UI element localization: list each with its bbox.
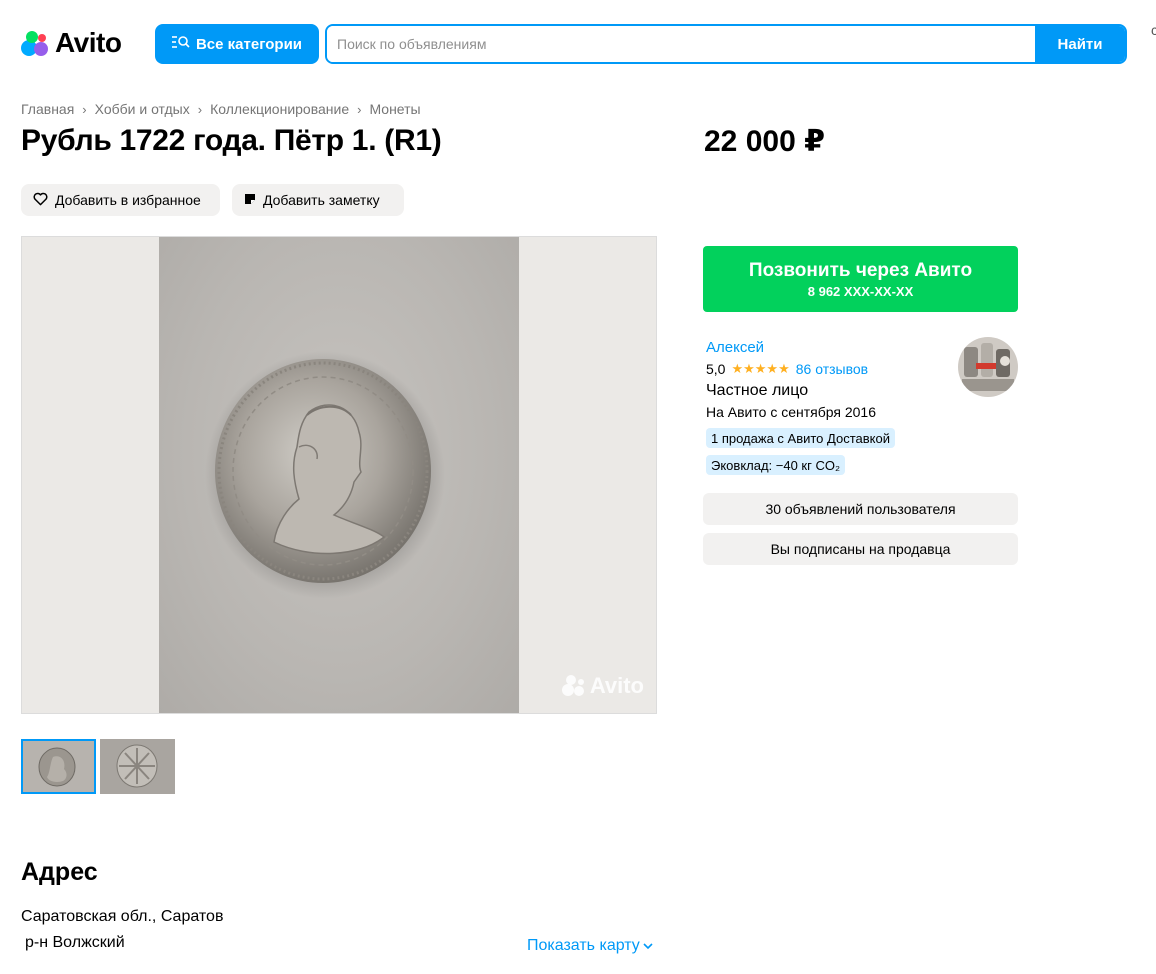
seller-type: Частное лицо <box>706 382 809 399</box>
phone-number: 8 962 XXX-XX-XX <box>807 283 914 299</box>
coin-portrait-thumb-icon <box>23 741 94 792</box>
chevron-down-icon <box>643 943 653 950</box>
avito-logo[interactable]: Avito <box>21 26 122 60</box>
rating-stars-icon: ★★★★★ <box>731 361 790 376</box>
search-button[interactable]: Найти <box>1035 26 1125 62</box>
delivery-badge[interactable]: 1 продажа с Авито Доставкой <box>706 428 895 448</box>
add-to-favorites-button[interactable]: Добавить в избранное <box>21 184 220 216</box>
thumbnail-1[interactable] <box>21 739 96 794</box>
gallery-blur-left <box>22 237 159 713</box>
rating-value: 5,0 <box>706 361 726 377</box>
avito-watermark-icon <box>561 675 584 696</box>
breadcrumb-home[interactable]: Главная <box>21 101 74 117</box>
chevron-right-icon: › <box>82 101 87 117</box>
avito-logo-icon <box>21 28 51 58</box>
eco-badge[interactable]: Эковклад: −40 кг CO₂ <box>706 455 846 475</box>
logo-text: Avito <box>55 27 122 58</box>
add-note-label: Добавить заметку <box>263 192 380 208</box>
seller-avatar-image <box>958 337 1018 397</box>
breadcrumb-hobby[interactable]: Хобби и отдых <box>95 101 190 117</box>
photo-gallery[interactable]: Avito <box>21 236 657 714</box>
seller-name-link[interactable]: Алексей <box>706 339 764 356</box>
show-map-link[interactable]: Показать карту <box>527 937 653 955</box>
call-button-label: Позвонить через Авито <box>748 259 973 281</box>
listing-price: 22 000 ₽ <box>704 125 825 158</box>
address-heading: Адрес <box>21 858 98 886</box>
seller-rating: 5,0 ★★★★★ 86 отзывов <box>706 361 868 377</box>
add-note-button[interactable]: Добавить заметку <box>232 184 404 216</box>
seller-avatar[interactable] <box>958 337 1018 397</box>
all-categories-label: Все категории <box>195 35 303 53</box>
subscribed-button[interactable]: Вы подписаны на продавца <box>703 533 1018 565</box>
breadcrumb: Главная › Хобби и отдых › Коллекциониров… <box>21 101 421 117</box>
reviews-link[interactable]: 86 отзывов <box>796 361 868 377</box>
categories-search-icon <box>171 35 190 53</box>
breadcrumb-coins[interactable]: Монеты <box>369 101 420 117</box>
search-bar: Найти <box>325 24 1127 64</box>
breadcrumb-collecting[interactable]: Коллекционирование <box>210 101 349 117</box>
heart-icon <box>33 192 48 209</box>
all-categories-button[interactable]: Все категории <box>155 24 319 64</box>
seller-since: На Авито с сентября 2016 <box>706 404 876 420</box>
call-via-avito-button[interactable]: Позвонить через Авито 8 962 XXX-XX-XX <box>703 246 1018 312</box>
chevron-right-icon: › <box>197 101 203 117</box>
seller-listings-button[interactable]: 30 объявлений пользователя <box>703 493 1018 525</box>
coin-reverse-thumb-icon <box>100 739 175 794</box>
add-to-favorites-label: Добавить в избранное <box>55 192 201 208</box>
main-photo[interactable] <box>159 237 519 713</box>
avito-watermark: Avito <box>561 673 644 699</box>
chevron-right-icon: › <box>357 101 362 117</box>
address-line-2: р-н Волжский <box>25 934 125 951</box>
show-map-label: Показать карту <box>527 937 640 954</box>
cut-off-header-text: с <box>1151 22 1156 38</box>
gallery-blur-right <box>519 237 656 713</box>
watermark-text: Avito <box>589 673 644 698</box>
address-line-1: Саратовская обл., Саратов <box>21 908 224 925</box>
search-input[interactable] <box>327 26 1035 62</box>
thumbnail-2[interactable] <box>100 739 175 794</box>
listing-title: Рубль 1722 года. Пётр 1. (R1) <box>21 124 442 157</box>
note-icon <box>244 192 256 208</box>
coin-image <box>205 351 445 599</box>
